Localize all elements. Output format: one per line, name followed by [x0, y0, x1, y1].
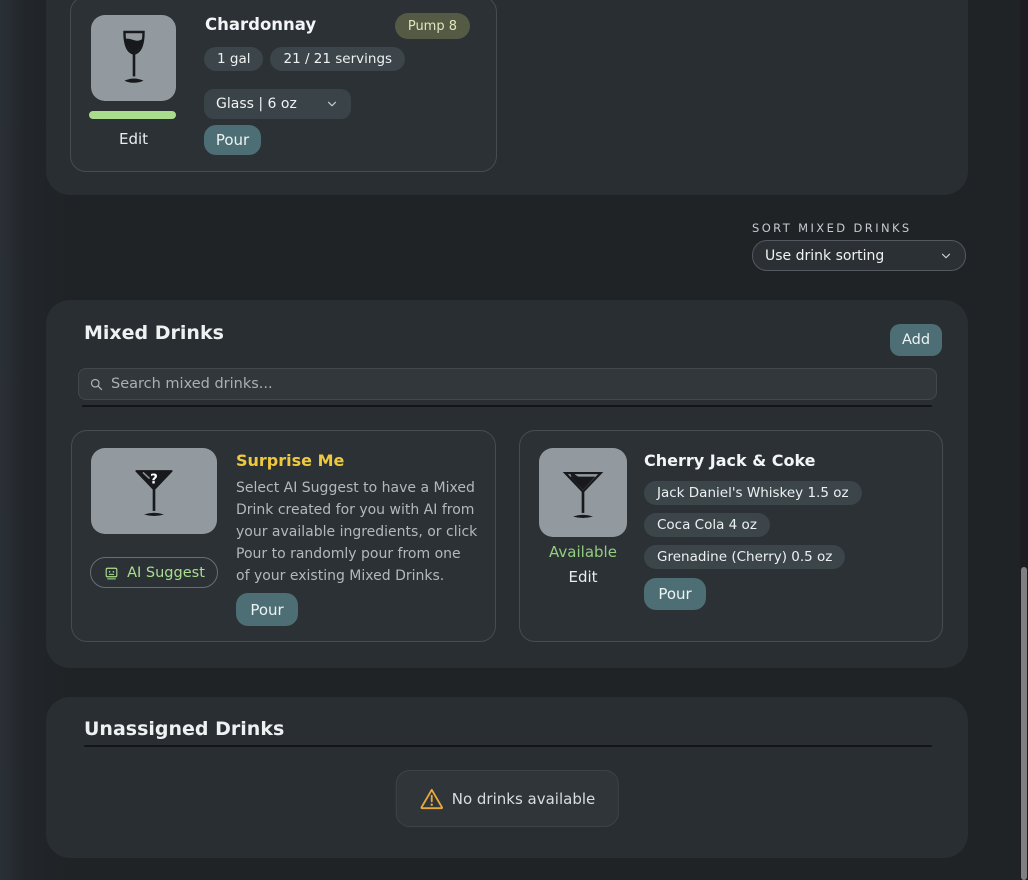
glass-size-select[interactable]: Glass | 6 oz [204, 89, 351, 119]
pump-drink-panel: Edit Chardonnay Pump 8 1 gal 21 / 21 ser… [46, 0, 968, 195]
glass-size-value: Glass | 6 oz [216, 96, 297, 112]
empty-message: No drinks available [452, 790, 596, 808]
divider [84, 745, 932, 747]
ingredient-badge: Jack Daniel's Whiskey 1.5 oz [644, 481, 862, 505]
pump-drink-title: Chardonnay [205, 15, 316, 34]
ai-suggest-label: AI Suggest [127, 565, 205, 581]
sort-mixed-drinks-label: SORT MIXED DRINKS [752, 221, 912, 235]
size-badge: 1 gal [204, 47, 263, 71]
pour-pump-drink-button[interactable]: Pour [204, 125, 261, 155]
search-input[interactable] [111, 376, 926, 392]
search-mixed-drinks-field [78, 368, 937, 400]
mixed-drink-image [539, 448, 627, 537]
mixed-drinks-panel: Mixed Drinks Add ? AI Suggest Surprise M… [46, 300, 968, 668]
surprise-drink-image: ? [91, 448, 217, 534]
edit-pump-drink-button[interactable]: Edit [91, 130, 176, 148]
no-drinks-available-notice: No drinks available [396, 770, 619, 827]
scrollbar-track[interactable] [1020, 0, 1028, 880]
chevron-down-icon [939, 249, 953, 263]
mixed-drink-card-cherry-jack-coke: Available Edit Cherry Jack & Coke Jack D… [519, 430, 943, 642]
robot-icon [103, 564, 120, 581]
unassigned-drinks-panel: Unassigned Drinks No drinks available [46, 697, 968, 858]
add-mixed-drink-button[interactable]: Add [890, 324, 942, 356]
sort-mixed-drinks-select[interactable]: Use drink sorting [752, 240, 966, 271]
wine-glass-image [91, 15, 176, 101]
warning-icon [419, 786, 445, 812]
keg-level-progress-bar [89, 111, 176, 119]
martini-glass-icon [552, 462, 614, 524]
svg-text:?: ? [150, 472, 158, 487]
ai-suggest-button[interactable]: AI Suggest [90, 557, 218, 588]
mixed-drink-title: Cherry Jack & Coke [644, 451, 816, 470]
pour-mixed-drink-button[interactable]: Pour [644, 578, 706, 610]
mixed-drink-card-surprise-me: ? AI Suggest Surprise Me Select AI Sugge… [71, 430, 496, 642]
ingredient-badge: Grenadine (Cherry) 0.5 oz [644, 545, 845, 569]
servings-badge: 21 / 21 servings [270, 47, 405, 71]
pump-number-badge: Pump 8 [395, 13, 470, 39]
martini-glass-question-icon: ? [122, 460, 186, 522]
scrollbar-thumb[interactable] [1021, 567, 1027, 880]
chevron-down-icon [325, 97, 339, 111]
divider [82, 405, 932, 407]
search-icon [89, 377, 104, 392]
availability-status: Available [539, 543, 627, 561]
surprise-me-description: Select AI Suggest to have a Mixed Drink … [236, 477, 478, 587]
pump-drink-card: Edit Chardonnay Pump 8 1 gal 21 / 21 ser… [70, 0, 497, 172]
mixed-drinks-heading: Mixed Drinks [84, 322, 224, 344]
pour-random-button[interactable]: Pour [236, 593, 298, 626]
sort-select-value: Use drink sorting [765, 248, 884, 264]
wine-glass-icon [108, 27, 160, 89]
unassigned-drinks-heading: Unassigned Drinks [84, 718, 284, 740]
pump-drink-badges: 1 gal 21 / 21 servings [204, 47, 405, 71]
edit-mixed-drink-button[interactable]: Edit [539, 568, 627, 586]
ingredient-badge: Coca Cola 4 oz [644, 513, 770, 537]
mixed-drink-title: Surprise Me [236, 451, 344, 470]
